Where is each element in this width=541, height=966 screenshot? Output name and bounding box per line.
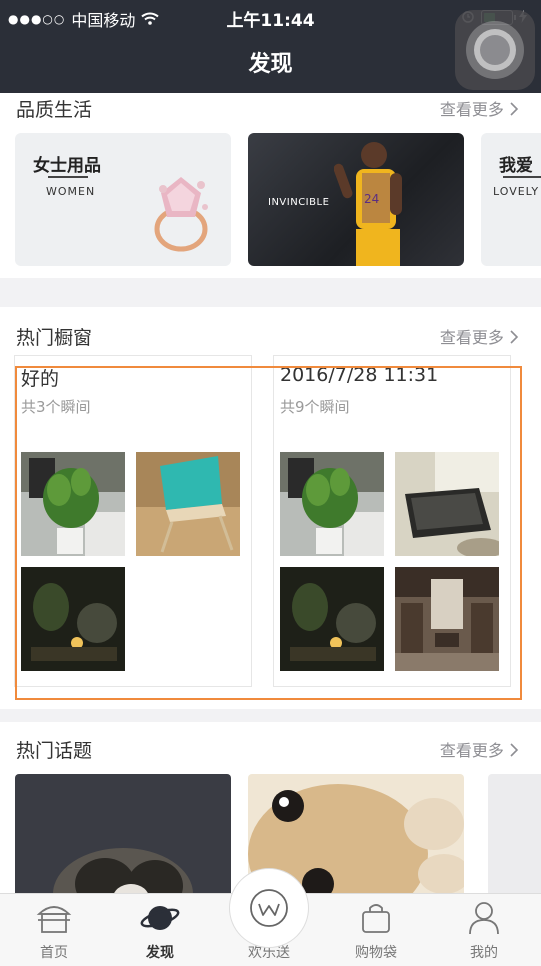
chevron-right-icon bbox=[509, 328, 519, 347]
user-icon bbox=[469, 902, 499, 935]
tab-discover[interactable]: 发现 bbox=[106, 894, 214, 966]
selection-highlight-box bbox=[15, 366, 522, 700]
card-subtitle: WOMEN bbox=[46, 185, 96, 198]
category-card-lovely[interactable]: 我爱 LOVELY bbox=[481, 133, 541, 266]
tab-shopping-bag[interactable]: 购物袋 bbox=[322, 894, 430, 966]
card-title: 我爱 bbox=[499, 156, 533, 176]
view-more-label: 查看更多 bbox=[439, 741, 504, 760]
tab-home[interactable]: 首页 bbox=[0, 894, 108, 966]
view-more-link[interactable]: 查看更多 bbox=[440, 96, 519, 120]
svg-text:24: 24 bbox=[364, 192, 379, 206]
tab-label: 首页 bbox=[40, 945, 68, 961]
tab-label: 我的 bbox=[470, 945, 498, 961]
tab-label: 购物袋 bbox=[355, 945, 397, 961]
category-card-invincible[interactable]: INVINCIBLE 24 bbox=[248, 133, 464, 266]
category-card-women[interactable]: 女士用品 WOMEN bbox=[15, 133, 231, 266]
planet-icon bbox=[140, 906, 180, 930]
card-divider bbox=[503, 176, 541, 178]
chevron-right-icon bbox=[509, 741, 519, 760]
view-more-label: 查看更多 bbox=[439, 328, 504, 347]
tab-me[interactable]: 我的 bbox=[430, 894, 538, 966]
happy-send-center-button[interactable] bbox=[229, 868, 309, 948]
view-more-link[interactable]: 查看更多 bbox=[440, 737, 519, 761]
card-subtitle: INVINCIBLE bbox=[268, 197, 330, 208]
quality-life-section: 品质生活 查看更多 女士用品 WOMEN INVINCIBLE 24 我爱 LO… bbox=[0, 93, 541, 278]
shopping-bag-icon bbox=[362, 904, 390, 933]
assistive-touch-button[interactable] bbox=[455, 10, 535, 90]
tab-label: 发现 bbox=[146, 945, 174, 961]
card-divider bbox=[48, 176, 88, 178]
chevron-right-icon bbox=[509, 100, 519, 119]
home-icon bbox=[36, 906, 72, 933]
section-title: 热门橱窗 bbox=[16, 327, 93, 349]
section-title: 热门话题 bbox=[16, 740, 93, 762]
view-more-label: 查看更多 bbox=[439, 100, 504, 119]
card-subtitle: LOVELY bbox=[493, 185, 540, 198]
topic-card-partial[interactable] bbox=[488, 774, 541, 904]
happy-send-icon bbox=[250, 889, 288, 927]
card-title: 女士用品 bbox=[33, 156, 101, 176]
topic-card-puppy[interactable] bbox=[15, 774, 231, 904]
view-more-link[interactable]: 查看更多 bbox=[440, 324, 519, 348]
section-title: 品质生活 bbox=[16, 99, 93, 121]
puppy-photo bbox=[15, 774, 231, 904]
